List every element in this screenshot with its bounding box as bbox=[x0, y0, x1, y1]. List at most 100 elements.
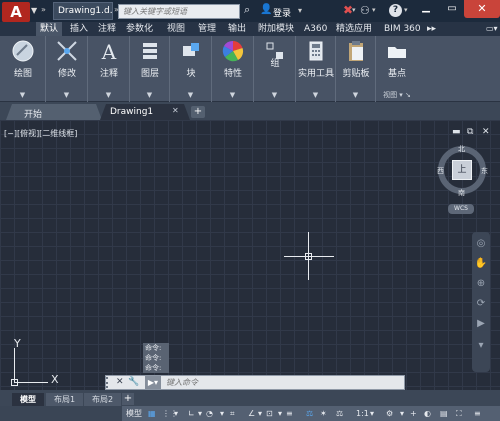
compass-north[interactable]: 北 bbox=[458, 144, 465, 154]
lineweight-icon[interactable]: ≡ bbox=[286, 407, 293, 420]
compass-east[interactable]: 东 bbox=[481, 166, 488, 176]
tab-annotate[interactable]: 注释 bbox=[94, 22, 120, 36]
chevron-down-icon[interactable]: ▾ bbox=[198, 407, 202, 420]
viewport-controls-label[interactable]: [−][俯视][二维线框] bbox=[4, 128, 77, 139]
orbit-icon[interactable]: ⟳ bbox=[474, 298, 488, 312]
maximize-icon[interactable]: ▭ bbox=[440, 0, 464, 18]
close-icon[interactable]: ✕ bbox=[172, 106, 179, 115]
tab-insert[interactable]: 插入 bbox=[66, 22, 92, 36]
tab-layout2[interactable]: 布局2 bbox=[84, 393, 122, 406]
tab-a360[interactable]: A360 bbox=[300, 22, 331, 36]
zoom-icon[interactable]: ⊕ bbox=[474, 278, 488, 292]
chevron-down-icon[interactable]: ▾ bbox=[258, 407, 262, 420]
tab-start[interactable]: 开始 bbox=[6, 104, 102, 120]
clean-screen-icon[interactable]: ⛶ bbox=[456, 407, 462, 420]
tab-more[interactable]: ▸▸ bbox=[423, 22, 440, 36]
command-input[interactable] bbox=[166, 376, 402, 389]
chevron-down-icon[interactable]: ▼ bbox=[31, 4, 39, 18]
tab-output[interactable]: 输出 bbox=[224, 22, 250, 36]
add-icon[interactable]: + bbox=[410, 407, 417, 420]
add-layout-button[interactable]: + bbox=[122, 393, 134, 405]
block-button[interactable]: 块 bbox=[170, 36, 212, 90]
tab-model[interactable]: 模型 bbox=[12, 393, 44, 406]
close-icon[interactable]: ✕ bbox=[464, 0, 500, 18]
isolate-objects-icon[interactable]: ◐ bbox=[424, 407, 431, 420]
steering-wheel-icon[interactable]: ◎ bbox=[474, 238, 488, 252]
tab-bim360[interactable]: BIM 360 bbox=[380, 22, 425, 36]
base-point-button[interactable]: 基点 bbox=[376, 36, 418, 90]
help-icon[interactable]: ? bbox=[389, 4, 402, 17]
wcs-menu[interactable]: WCS bbox=[448, 204, 474, 214]
chevron-down-icon[interactable]: ▾ bbox=[474, 340, 488, 354]
object-snap-tracking-icon[interactable]: ∠ bbox=[248, 407, 255, 420]
chevron-down-icon[interactable]: ▾ bbox=[278, 407, 282, 420]
quick-access-expand-icon[interactable]: » bbox=[41, 5, 46, 14]
wrench-icon[interactable]: 🔧 bbox=[128, 377, 139, 387]
groups-button[interactable]: 组 bbox=[254, 36, 296, 90]
chevron-down-icon[interactable]: ▼ bbox=[46, 90, 87, 101]
annotation-visibility-icon[interactable]: ⚖ bbox=[306, 407, 313, 420]
login-button[interactable]: 登录 bbox=[273, 6, 291, 19]
annotation-button[interactable]: A 注释 bbox=[88, 36, 130, 90]
showmotion-icon[interactable]: ▶ bbox=[474, 318, 488, 332]
annotation-scale-icon[interactable]: ⚖ bbox=[336, 407, 343, 420]
draw-button[interactable]: 绘图 bbox=[0, 36, 46, 90]
ribbon-minimize-icon[interactable]: ▭▾ bbox=[486, 22, 498, 36]
chevron-down-icon[interactable]: ▼ bbox=[88, 90, 129, 101]
minimize-icon[interactable]: ▬ bbox=[452, 127, 461, 137]
chevron-down-icon[interactable]: ▾ bbox=[298, 6, 302, 15]
chevron-down-icon[interactable]: ▼ bbox=[170, 90, 211, 101]
tab-layout1[interactable]: 布局1 bbox=[46, 393, 84, 406]
annotation-scale-value[interactable]: 1:1 bbox=[356, 407, 369, 420]
grid-icon[interactable]: ▦ bbox=[148, 407, 156, 420]
isodraft-icon[interactable]: ⌗ bbox=[230, 407, 235, 420]
chevron-down-icon[interactable]: ▾ bbox=[220, 407, 224, 420]
view-panel-label[interactable]: 视图 ▾ ↘ bbox=[376, 90, 418, 101]
properties-button[interactable]: 特性 bbox=[212, 36, 254, 90]
chevron-down-icon[interactable]: ▾ bbox=[174, 407, 178, 420]
settings-gear-icon[interactable]: ⚙ bbox=[386, 407, 393, 420]
compass-west[interactable]: 西 bbox=[437, 166, 444, 176]
chevron-down-icon[interactable]: ▼ bbox=[130, 90, 169, 101]
object-snap-icon[interactable]: ⊡ bbox=[266, 407, 273, 420]
tab-featured-apps[interactable]: 精选应用 bbox=[332, 22, 376, 36]
layers-button[interactable]: 图层 bbox=[130, 36, 170, 90]
utilities-button[interactable]: 实用工具 bbox=[296, 36, 336, 90]
workspace-icon[interactable]: ✶ bbox=[320, 407, 327, 420]
model-space-button[interactable]: 模型 bbox=[126, 407, 142, 420]
a360-icon[interactable]: ⚇ bbox=[360, 4, 370, 17]
chevron-down-icon[interactable]: ▾ bbox=[400, 407, 404, 420]
clipboard-button[interactable]: 剪贴板 bbox=[336, 36, 376, 90]
drag-handle[interactable] bbox=[106, 377, 110, 388]
add-tab-button[interactable]: + bbox=[191, 106, 205, 118]
chevron-down-icon[interactable]: ▾ bbox=[372, 6, 376, 14]
tab-manage[interactable]: 管理 bbox=[194, 22, 220, 36]
tab-view[interactable]: 视图 bbox=[163, 22, 189, 36]
tab-addins[interactable]: 附加模块 bbox=[254, 22, 298, 36]
tab-default[interactable]: 默认 bbox=[36, 22, 63, 36]
chevron-down-icon[interactable]: ▾ bbox=[404, 6, 408, 14]
minimize-icon[interactable]: ▁ bbox=[414, 0, 438, 18]
compass-south[interactable]: 南 bbox=[458, 188, 465, 198]
search-input[interactable] bbox=[118, 4, 240, 19]
chevron-down-icon[interactable]: ▼ bbox=[254, 90, 295, 101]
pan-icon[interactable]: ✋ bbox=[474, 258, 488, 272]
chevron-down-icon[interactable]: ▾ bbox=[352, 6, 356, 14]
hardware-acceleration-icon[interactable]: ▤ bbox=[440, 407, 448, 420]
chevron-down-icon[interactable]: ▼ bbox=[296, 90, 335, 101]
chevron-down-icon[interactable]: ▼ bbox=[212, 90, 253, 101]
command-prompt-icon[interactable]: ▶▾ bbox=[145, 376, 161, 389]
chevron-down-icon[interactable]: ▼ bbox=[336, 90, 375, 101]
drawing-canvas[interactable] bbox=[0, 120, 500, 390]
modify-button[interactable]: 修改 bbox=[46, 36, 88, 90]
polar-icon[interactable]: ◔ bbox=[206, 407, 213, 420]
tab-parametric[interactable]: 参数化 bbox=[122, 22, 157, 36]
ortho-icon[interactable]: ∟ bbox=[188, 407, 195, 420]
customization-menu-icon[interactable]: ≡ bbox=[474, 407, 481, 420]
chevron-down-icon[interactable]: ▾ bbox=[370, 407, 374, 420]
viewcube-top-face[interactable]: 上 bbox=[452, 160, 472, 180]
maximize-icon[interactable]: ⧉ bbox=[467, 127, 473, 137]
close-icon[interactable]: ✕ bbox=[116, 377, 124, 387]
chevron-down-icon[interactable]: ▼ bbox=[0, 90, 45, 101]
close-icon[interactable]: ✕ bbox=[482, 127, 490, 137]
